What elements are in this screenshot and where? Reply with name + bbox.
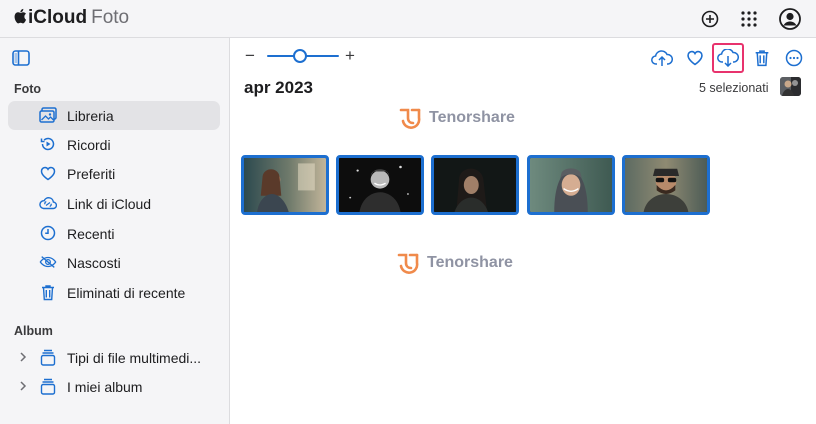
sidebar-item-preferiti[interactable]: Preferiti	[8, 159, 220, 188]
photo-thumbnail-1[interactable]	[241, 155, 329, 215]
photo-thumbnail-2[interactable]	[336, 155, 424, 215]
tenorshare-logo-icon	[397, 253, 419, 274]
sidebar-item-label: Link di iCloud	[67, 196, 152, 212]
brand-icloud: iCloud	[28, 7, 88, 28]
account-icon[interactable]	[778, 7, 802, 31]
watermark-text: Tenorshare	[429, 109, 515, 126]
heart-icon	[39, 164, 57, 182]
photo-thumbnail-4[interactable]	[527, 155, 615, 215]
sidebar: Foto Libreria Ricordi Preferiti Link di …	[0, 38, 230, 424]
chevron-right-icon[interactable]	[18, 351, 28, 363]
brand-foto: Foto	[91, 7, 130, 28]
watermark: Tenorshare	[399, 107, 515, 129]
sidebar-item-ricordi[interactable]: Ricordi	[8, 130, 220, 159]
sidebar-item-miei-album[interactable]: I miei album	[8, 372, 220, 401]
sidebar-item-label: Tipi di file multimedi...	[67, 350, 202, 366]
sidebar-item-label: Ricordi	[67, 137, 111, 153]
app-brand[interactable]: iCloud Foto	[13, 7, 129, 29]
main-content: − + apr 2023 5 selezionati Tenorshare Te…	[231, 38, 816, 424]
chevron-right-icon[interactable]	[18, 380, 28, 392]
sidebar-item-nascosti[interactable]: Nascosti	[8, 248, 220, 277]
app-grid-icon[interactable]	[737, 7, 761, 31]
ellipsis-circle-icon[interactable]	[782, 46, 806, 70]
memories-icon	[39, 135, 57, 153]
photo-thumbnail-3[interactable]	[431, 155, 519, 215]
sidebar-item-label: Libreria	[67, 108, 114, 124]
cloud-upload-icon[interactable]	[650, 46, 674, 70]
top-bar: iCloud Foto	[0, 0, 816, 38]
sidebar-item-link-icloud[interactable]: Link di iCloud	[8, 189, 220, 218]
stack-icon	[39, 348, 57, 366]
trash-icon[interactable]	[750, 46, 774, 70]
add-circle-icon[interactable]	[698, 7, 722, 31]
sidebar-item-label: Recenti	[67, 226, 115, 242]
eye-slash-icon	[39, 253, 57, 271]
section-heading-foto: Foto	[14, 82, 42, 96]
watermark: Tenorshare	[397, 252, 513, 274]
zoom-out-button[interactable]: −	[245, 46, 255, 66]
date-heading: apr 2023	[244, 78, 313, 97]
sidebar-item-eliminati[interactable]: Eliminati di recente	[8, 278, 220, 307]
section-heading-album: Album	[14, 324, 53, 338]
sidebar-item-label: Nascosti	[67, 255, 121, 271]
selection-count: 5 selezionati	[699, 81, 769, 95]
apple-logo-icon	[14, 8, 27, 24]
sidebar-item-label: Eliminati di recente	[67, 285, 186, 301]
stack-icon	[39, 377, 57, 395]
sidebar-item-recenti[interactable]: Recenti	[8, 219, 220, 248]
cloud-link-icon	[39, 194, 57, 212]
sidebar-item-label: I miei album	[67, 379, 143, 395]
cloud-download-icon[interactable]	[712, 43, 744, 73]
sidebar-item-tipi-file[interactable]: Tipi di file multimedi...	[8, 343, 220, 372]
heart-icon[interactable]	[683, 46, 707, 70]
watermark-text: Tenorshare	[427, 254, 513, 271]
clock-icon	[39, 224, 57, 242]
zoom-in-button[interactable]: +	[345, 46, 355, 66]
photo-grid	[241, 155, 711, 217]
trash-icon	[39, 283, 57, 301]
zoom-slider[interactable]	[267, 46, 339, 66]
photo-library-icon	[39, 106, 57, 124]
sidebar-toggle-icon[interactable]	[12, 50, 30, 66]
photo-thumbnail-5[interactable]	[622, 155, 710, 215]
selection-thumbnail[interactable]	[780, 77, 801, 96]
sidebar-item-libreria[interactable]: Libreria	[8, 101, 220, 130]
sidebar-item-label: Preferiti	[67, 166, 116, 182]
zoom-slider-knob[interactable]	[293, 49, 307, 63]
tenorshare-logo-icon	[399, 108, 421, 129]
